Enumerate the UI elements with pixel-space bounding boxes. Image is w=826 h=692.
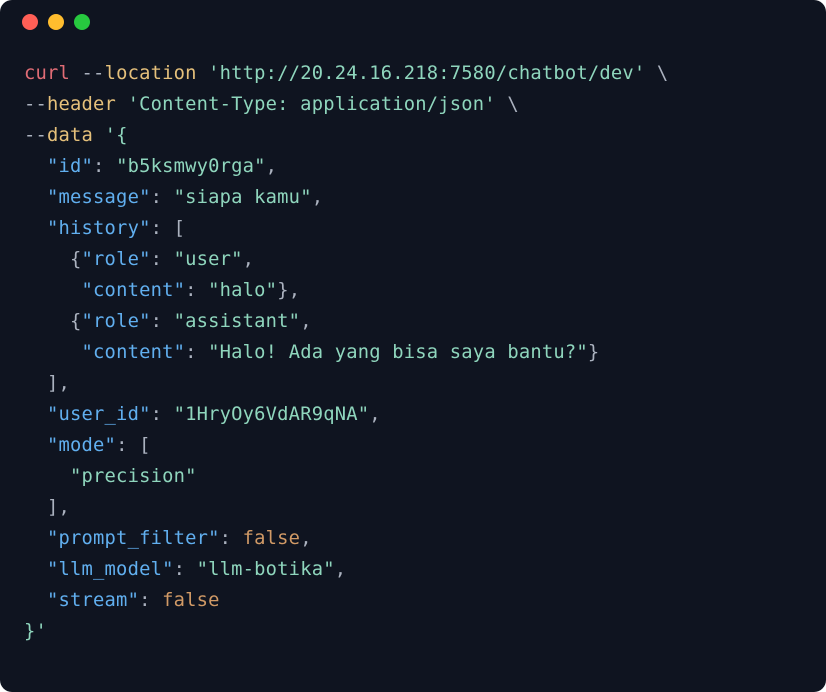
indent [24, 218, 47, 239]
colon: : [151, 404, 174, 425]
comma: , [300, 528, 312, 549]
colon: : [139, 590, 162, 611]
indent [24, 590, 47, 611]
json-value-id: "b5ksmwy0rga" [116, 156, 266, 177]
colon: : [151, 249, 174, 270]
json-value-mode-item: "precision" [70, 466, 197, 487]
colon: : [174, 559, 197, 580]
indent [24, 466, 70, 487]
brace-open: { [70, 249, 82, 270]
json-value-message: "siapa kamu" [174, 187, 312, 208]
bracket-open: [ [174, 218, 186, 239]
indent [24, 404, 47, 425]
json-value-role: "assistant" [174, 311, 301, 332]
json-key-prompt-filter: "prompt_filter" [47, 528, 220, 549]
json-value-content: "halo" [208, 280, 277, 301]
code-block: curl --location 'http://20.24.16.218:758… [0, 44, 826, 671]
json-key-content: "content" [82, 342, 186, 363]
comma: , [289, 280, 301, 301]
json-key-message: "message" [47, 187, 151, 208]
titlebar [0, 0, 826, 44]
line-continuation: \ [496, 94, 519, 115]
json-key-role: "role" [82, 311, 151, 332]
close-icon[interactable] [22, 14, 38, 30]
cmd-curl: curl [24, 63, 70, 84]
comma: , [243, 249, 255, 270]
space [116, 94, 128, 115]
json-key-user-id: "user_id" [47, 404, 151, 425]
flag-header: header [47, 94, 116, 115]
colon: : [220, 528, 243, 549]
flag-location: location [105, 63, 197, 84]
indent [24, 280, 82, 301]
json-key-id: "id" [47, 156, 93, 177]
line-continuation: \ [645, 63, 668, 84]
space [70, 63, 82, 84]
brace-close: } [588, 342, 600, 363]
maximize-icon[interactable] [74, 14, 90, 30]
minimize-icon[interactable] [48, 14, 64, 30]
colon: : [185, 342, 208, 363]
json-key-history: "history" [47, 218, 151, 239]
colon: : [116, 435, 139, 456]
bracket-open: [ [139, 435, 151, 456]
dash-dash: -- [82, 63, 105, 84]
json-key-content: "content" [82, 280, 186, 301]
colon: : [93, 156, 116, 177]
header-string: 'Content-Type: application/json' [128, 94, 496, 115]
comma: , [335, 559, 347, 580]
comma: , [300, 311, 312, 332]
json-value-user-id: "1HryOy6VdAR9qNA" [174, 404, 370, 425]
comma: , [369, 404, 381, 425]
indent [24, 342, 82, 363]
indent [24, 497, 47, 518]
indent [24, 311, 70, 332]
json-key-stream: "stream" [47, 590, 139, 611]
json-key-mode: "mode" [47, 435, 116, 456]
space [197, 63, 209, 84]
terminal-window: curl --location 'http://20.24.16.218:758… [0, 0, 826, 692]
colon: : [151, 218, 174, 239]
json-value-false: false [162, 590, 220, 611]
url-string: 'http://20.24.16.218:7580/chatbot/dev' [208, 63, 645, 84]
indent [24, 187, 47, 208]
data-close: }' [24, 621, 47, 642]
data-open: '{ [105, 125, 128, 146]
bracket-close: ] [47, 497, 59, 518]
colon: : [151, 187, 174, 208]
dash-dash: -- [24, 125, 47, 146]
json-value-llm-model: "llm-botika" [197, 559, 335, 580]
comma: , [59, 373, 71, 394]
space [93, 125, 105, 146]
colon: : [151, 311, 174, 332]
indent [24, 528, 47, 549]
indent [24, 156, 47, 177]
json-key-llm-model: "llm_model" [47, 559, 174, 580]
indent [24, 249, 70, 270]
bracket-close: ] [47, 373, 59, 394]
indent [24, 559, 47, 580]
brace-close: } [277, 280, 289, 301]
json-value-false: false [243, 528, 301, 549]
indent [24, 435, 47, 456]
comma: , [312, 187, 324, 208]
comma: , [59, 497, 71, 518]
comma: , [266, 156, 278, 177]
indent [24, 373, 47, 394]
json-key-role: "role" [82, 249, 151, 270]
dash-dash: -- [24, 94, 47, 115]
colon: : [185, 280, 208, 301]
brace-open: { [70, 311, 82, 332]
json-value-content: "Halo! Ada yang bisa saya bantu?" [208, 342, 588, 363]
json-value-role: "user" [174, 249, 243, 270]
flag-data: data [47, 125, 93, 146]
